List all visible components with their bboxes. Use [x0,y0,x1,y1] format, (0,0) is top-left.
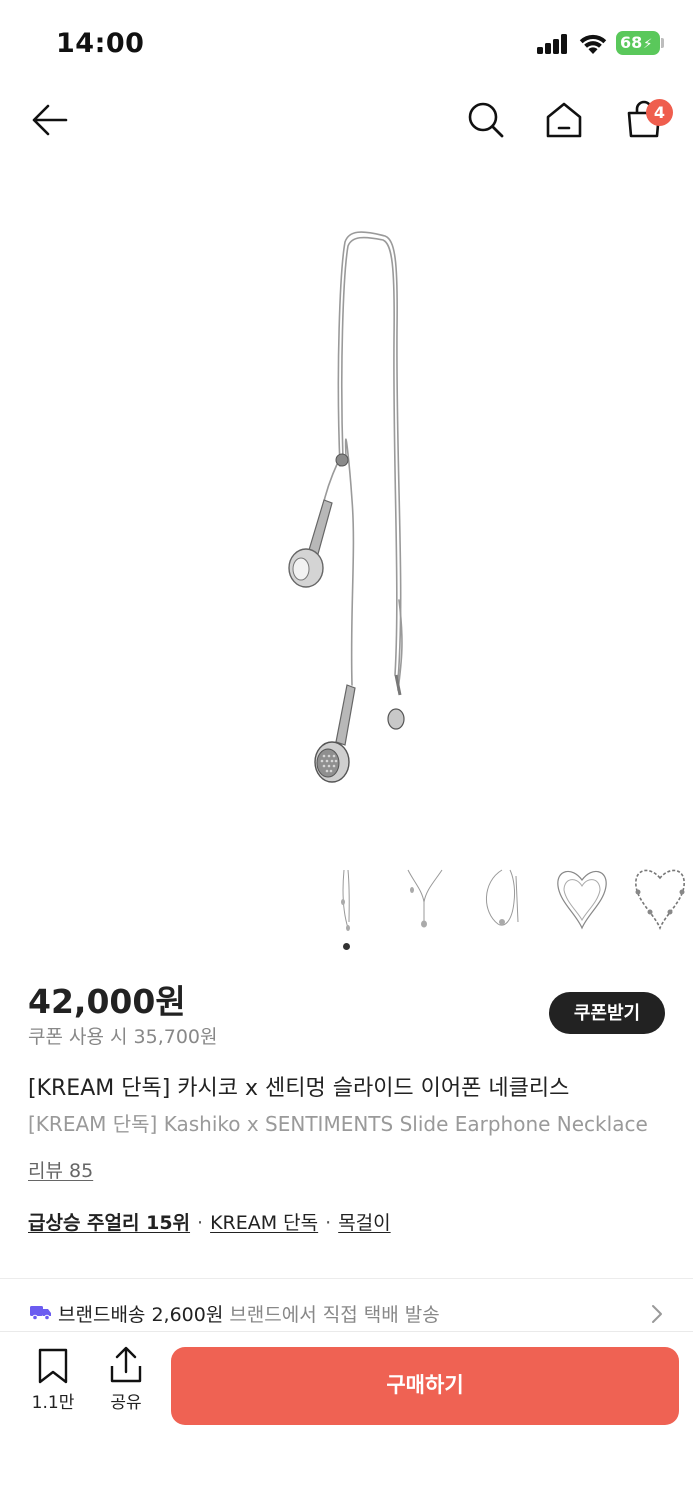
cart-count-badge: 4 [646,99,673,126]
tag-trending-rank[interactable]: 급상승 주얼리 15위 [28,1212,190,1234]
carousel-indicator-dot [343,943,350,950]
buy-button[interactable]: 구매하기 [171,1347,679,1425]
section-divider [0,1278,693,1279]
tag-kream-exclusive[interactable]: KREAM 단독 [210,1212,318,1234]
share-icon [110,1346,142,1383]
delivery-row[interactable]: 브랜드배송 2,600원 브랜드에서 직접 택배 발송 [0,1286,693,1332]
tag-category-necklace[interactable]: 목걸이 [338,1212,390,1234]
thumbnail-1[interactable] [316,862,380,938]
tag-separator: · [325,1212,332,1234]
delivery-info: 브랜드배송 2,600원 브랜드에서 직접 택배 발송 [58,1300,440,1327]
status-time: 14:00 [56,28,145,59]
share-button[interactable]: 공유 [96,1346,156,1418]
get-coupon-button[interactable]: 쿠폰받기 [549,992,665,1034]
status-bar: 14:00 68⚡ [0,0,693,88]
bookmark-icon [38,1348,68,1384]
bottom-action-bar: 1.1만 공유 구매하기 [0,1332,693,1500]
top-nav [0,88,693,160]
bookmark-button[interactable]: 1.1만 [22,1348,84,1418]
tag-separator: · [197,1212,204,1234]
battery-icon: 68⚡ [616,31,660,55]
share-label: 공유 [110,1393,142,1413]
back-arrow-icon[interactable] [28,98,72,142]
coupon-price: 쿠폰 사용 시 35,700원 [28,1026,218,1048]
necklace-pendant [387,674,405,730]
thumbnail-5[interactable] [628,862,692,938]
delivery-label: 브랜드배송 2,600원 [58,1304,224,1326]
necklace-bead [335,453,349,467]
review-link[interactable]: 리뷰 85 [28,1156,93,1183]
chevron-right-icon[interactable] [648,1302,666,1326]
product-image[interactable] [0,170,693,860]
bookmark-count: 1.1만 [31,1393,75,1413]
battery-cap [661,38,664,48]
thumbnail-4[interactable] [550,862,614,938]
upper-earbud [288,499,333,588]
product-price: 42,000원 [28,982,186,1021]
thumbnail-strip [316,862,693,938]
truck-icon [30,1306,51,1320]
delivery-sub: 브랜드에서 직접 택배 발송 [229,1304,440,1326]
cellular-signal-icon [537,34,569,54]
search-icon[interactable] [464,98,508,142]
thumbnail-2[interactable] [394,862,458,938]
thumbnail-3[interactable] [472,862,536,938]
product-title: [KREAM 단독] 카시코 x 센티멍 슬라이드 이어폰 네클리스 [28,1076,570,1101]
battery-level: 68 [620,33,643,52]
product-title-english: [KREAM 단독] Kashiko x SENTIMENTS Slide Ea… [28,1112,648,1136]
wifi-icon [579,34,607,54]
product-tags: 급상승 주얼리 15위 · KREAM 단독 · 목걸이 [28,1208,391,1235]
lower-earbud [314,684,356,783]
home-icon[interactable] [542,98,586,142]
